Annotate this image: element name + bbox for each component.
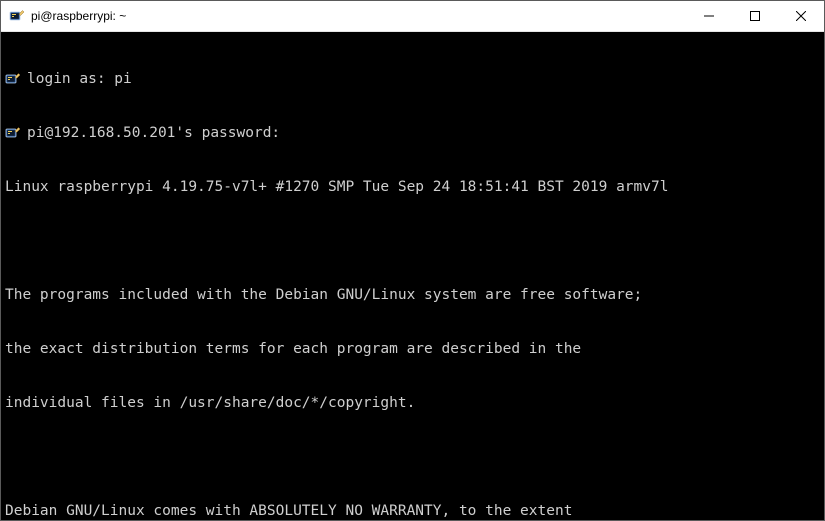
login-text: login as: pi bbox=[27, 70, 132, 88]
maximize-button[interactable] bbox=[732, 1, 778, 31]
window-controls bbox=[686, 1, 824, 31]
titlebar[interactable]: pi@raspberrypi: ~ bbox=[1, 1, 824, 32]
maximize-icon bbox=[750, 11, 760, 21]
putty-prompt-icon bbox=[5, 125, 21, 141]
blank-line bbox=[5, 232, 820, 250]
login-line: login as: pi bbox=[5, 70, 820, 88]
password-text: pi@192.168.50.201's password: bbox=[27, 124, 280, 142]
putty-app-icon bbox=[9, 8, 25, 24]
window-title: pi@raspberrypi: ~ bbox=[31, 9, 126, 23]
putty-prompt-icon bbox=[5, 71, 21, 87]
putty-window: pi@raspberrypi: ~ login as: pi pi@192.16… bbox=[0, 0, 825, 521]
minimize-icon bbox=[704, 11, 714, 21]
password-line: pi@192.168.50.201's password: bbox=[5, 124, 820, 142]
minimize-button[interactable] bbox=[686, 1, 732, 31]
close-button[interactable] bbox=[778, 1, 824, 31]
close-icon bbox=[796, 11, 806, 21]
motd-line: Debian GNU/Linux comes with ABSOLUTELY N… bbox=[5, 502, 820, 520]
motd-line: The programs included with the Debian GN… bbox=[5, 286, 820, 304]
motd-line: individual files in /usr/share/doc/*/cop… bbox=[5, 394, 820, 412]
blank-line bbox=[5, 448, 820, 466]
terminal-area[interactable]: login as: pi pi@192.168.50.201's passwor… bbox=[1, 32, 824, 520]
motd-line: the exact distribution terms for each pr… bbox=[5, 340, 820, 358]
banner-line: Linux raspberrypi 4.19.75-v7l+ #1270 SMP… bbox=[5, 178, 820, 196]
